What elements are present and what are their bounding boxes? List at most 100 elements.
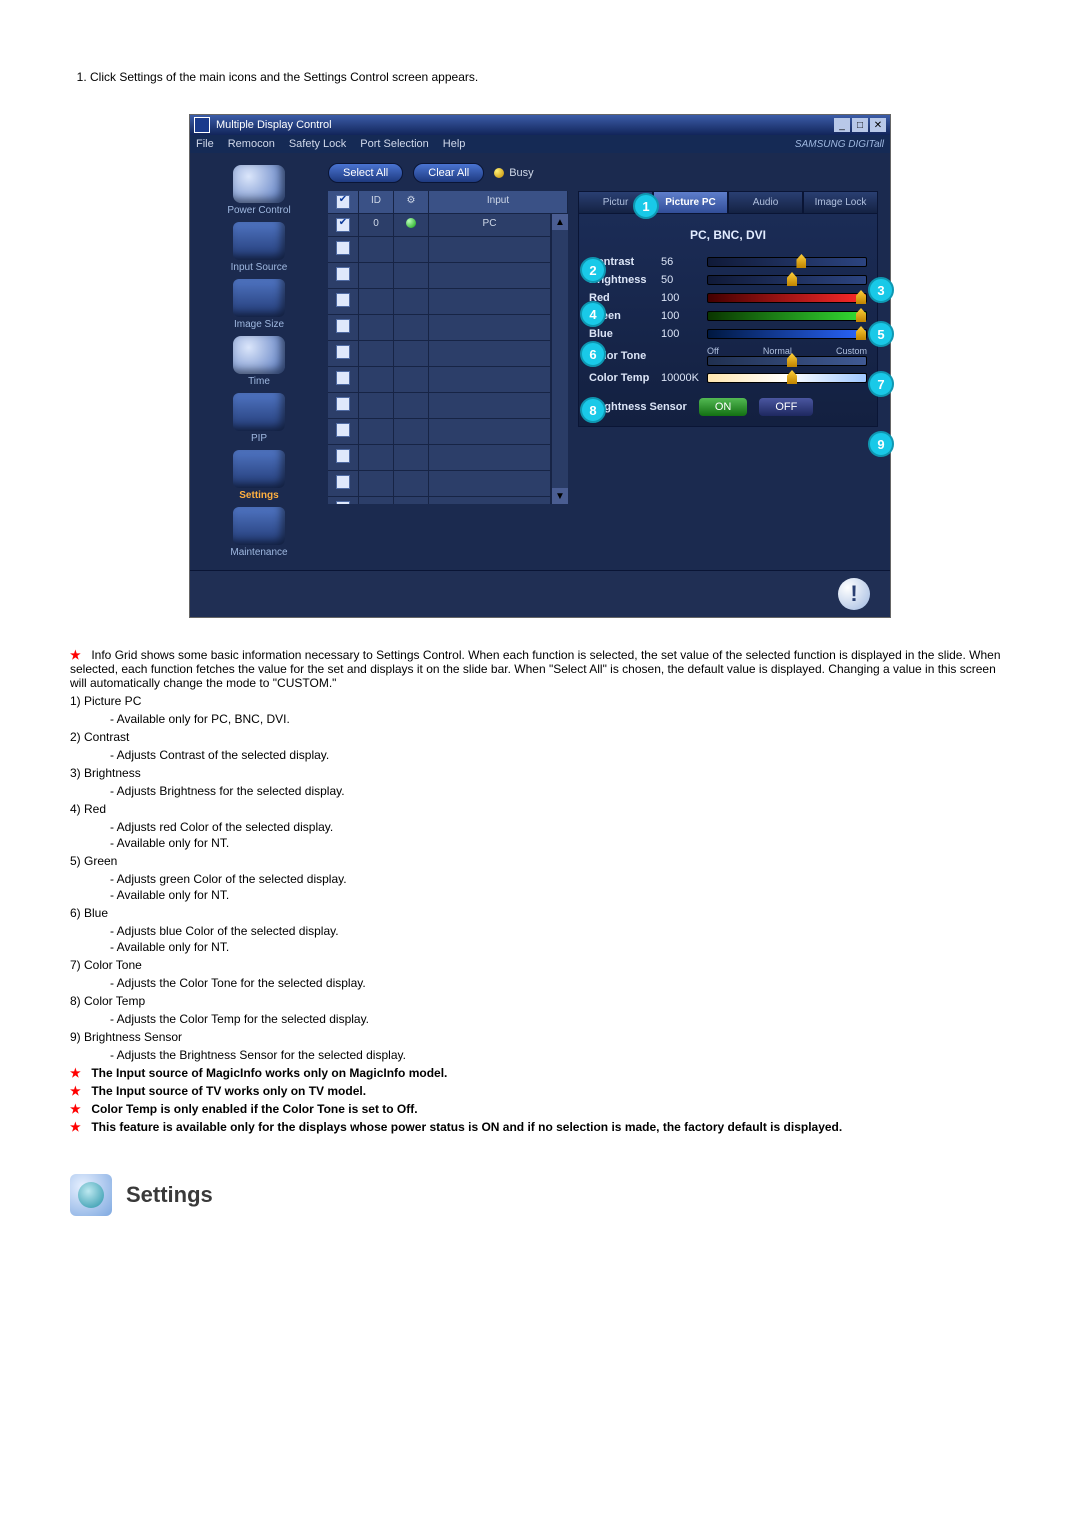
color-tone-slider[interactable] bbox=[707, 356, 867, 366]
row-id: 0 bbox=[359, 214, 394, 236]
sidebar-item-maintenance[interactable]: Maintenance bbox=[200, 507, 318, 558]
callout-7: 7 bbox=[868, 371, 894, 397]
grid-header-input: Input bbox=[429, 191, 568, 213]
main-area: Power Control Input Source Image Size Ti… bbox=[190, 153, 890, 570]
select-all-button[interactable]: Select All bbox=[328, 163, 403, 183]
note-6-heading: 6) Blue bbox=[70, 906, 1010, 920]
sidebar-item-label: Settings bbox=[239, 490, 278, 501]
menu-help[interactable]: Help bbox=[443, 138, 466, 150]
contrast-slider[interactable] bbox=[707, 257, 867, 267]
maintenance-icon bbox=[233, 507, 285, 545]
grid-row-empty bbox=[328, 315, 551, 341]
grid-row-empty bbox=[328, 471, 551, 497]
grid-row-empty bbox=[328, 497, 551, 504]
note-7-sub: - Adjusts the Color Tone for the selecte… bbox=[110, 976, 1010, 990]
sidebar-item-time[interactable]: Time bbox=[200, 336, 318, 387]
menu-safety-lock[interactable]: Safety Lock bbox=[289, 138, 346, 150]
note-5-heading: 5) Green bbox=[70, 854, 1010, 868]
note-9-sub: - Adjusts the Brightness Sensor for the … bbox=[110, 1048, 1010, 1062]
instruction-item: Click Settings of the main icons and the… bbox=[90, 70, 1010, 84]
tone-custom-label: Custom bbox=[836, 346, 867, 356]
sidebar-item-image-size[interactable]: Image Size bbox=[200, 279, 318, 330]
busy-indicator: Busy bbox=[494, 167, 533, 179]
brightness-row: Brightness 50 bbox=[589, 274, 867, 286]
grid-header: ID ⚙ Input bbox=[328, 191, 568, 214]
menu-port-selection[interactable]: Port Selection bbox=[360, 138, 428, 150]
color-temp-value: 10000K bbox=[661, 372, 699, 384]
scroll-up-icon[interactable]: ▲ bbox=[552, 214, 568, 230]
red-value: 100 bbox=[661, 292, 699, 304]
note-5-sub2: - Available only for NT. bbox=[110, 888, 1010, 902]
callout-4: 4 bbox=[580, 301, 606, 327]
window-title: Multiple Display Control bbox=[216, 119, 332, 131]
scroll-down-icon[interactable]: ▼ bbox=[552, 488, 568, 504]
input-source-icon bbox=[233, 222, 285, 260]
menu-bar: File Remocon Safety Lock Port Selection … bbox=[190, 135, 890, 153]
callout-1: 1 bbox=[633, 193, 659, 219]
grid-row-empty bbox=[328, 289, 551, 315]
notes: ★ Info Grid shows some basic information… bbox=[70, 648, 1010, 1134]
brightness-value: 50 bbox=[661, 274, 699, 286]
sidebar-item-label: Input Source bbox=[231, 262, 288, 273]
clear-all-button[interactable]: Clear All bbox=[413, 163, 484, 183]
sidebar: Power Control Input Source Image Size Ti… bbox=[196, 159, 322, 564]
app-icon bbox=[194, 117, 210, 133]
title-bar: Multiple Display Control _ □ ✕ bbox=[190, 115, 890, 135]
star-icon: ★ bbox=[70, 1102, 82, 1116]
close-button[interactable]: ✕ bbox=[870, 118, 886, 132]
sidebar-item-settings[interactable]: Settings bbox=[200, 450, 318, 501]
sidebar-item-power[interactable]: Power Control bbox=[200, 165, 318, 216]
note-6-sub: - Adjusts blue Color of the selected dis… bbox=[110, 924, 1010, 938]
grid-scrollbar[interactable]: ▲ ▼ bbox=[551, 214, 568, 504]
row-input: PC bbox=[429, 214, 551, 236]
note-4-sub: - Adjusts red Color of the selected disp… bbox=[110, 820, 1010, 834]
red-slider[interactable] bbox=[707, 293, 867, 303]
grid-header-check[interactable] bbox=[328, 191, 359, 213]
grid-row-empty bbox=[328, 341, 551, 367]
menu-remocon[interactable]: Remocon bbox=[228, 138, 275, 150]
tab-audio[interactable]: Audio bbox=[728, 191, 803, 213]
star-icon: ★ bbox=[70, 1066, 82, 1080]
star-icon: ★ bbox=[70, 1084, 82, 1098]
note-2-heading: 2) Contrast bbox=[70, 730, 1010, 744]
sidebar-item-pip[interactable]: PIP bbox=[200, 393, 318, 444]
sidebar-item-input[interactable]: Input Source bbox=[200, 222, 318, 273]
grid-header-status: ⚙ bbox=[394, 191, 429, 213]
window-footer: ! bbox=[190, 570, 890, 617]
maximize-button[interactable]: □ bbox=[852, 118, 868, 132]
tab-image-lock[interactable]: Image Lock bbox=[803, 191, 878, 213]
tone-off-label: Off bbox=[707, 346, 719, 356]
contrast-row: Contrast 56 bbox=[589, 256, 867, 268]
section-heading: Settings bbox=[70, 1174, 1010, 1216]
color-temp-slider[interactable] bbox=[707, 373, 867, 383]
row-checkbox[interactable] bbox=[328, 214, 359, 236]
grid-row-empty bbox=[328, 419, 551, 445]
brightness-sensor-on-button[interactable]: ON bbox=[699, 398, 748, 416]
brand-logo: SAMSUNG DIGITall bbox=[795, 139, 884, 150]
info-grid: ID ⚙ Input 0 PC bbox=[328, 191, 568, 504]
panel-header: PC, BNC, DVI bbox=[589, 228, 867, 242]
note-5-sub: - Adjusts green Color of the selected di… bbox=[110, 872, 1010, 886]
minimize-button[interactable]: _ bbox=[834, 118, 850, 132]
grid-row[interactable]: 0 PC bbox=[328, 214, 551, 237]
star-note-2: The Input source of TV works only on TV … bbox=[91, 1084, 366, 1098]
green-slider[interactable] bbox=[707, 311, 867, 321]
pip-icon bbox=[233, 393, 285, 431]
sidebar-item-label: Time bbox=[248, 376, 270, 387]
note-3-heading: 3) Brightness bbox=[70, 766, 1010, 780]
brightness-sensor-off-button[interactable]: OFF bbox=[759, 398, 813, 416]
menu-file[interactable]: File bbox=[196, 138, 214, 150]
note-7-heading: 7) Color Tone bbox=[70, 958, 1010, 972]
brightness-slider[interactable] bbox=[707, 275, 867, 285]
brightness-sensor-row: Brightness Sensor ON OFF bbox=[589, 398, 867, 416]
tab-picture-pc[interactable]: Picture PC bbox=[653, 191, 728, 213]
info-icon[interactable]: ! bbox=[838, 578, 870, 610]
green-row: Green 100 bbox=[589, 310, 867, 322]
callout-3: 3 bbox=[868, 277, 894, 303]
center-column: Select All Clear All Busy ID ⚙ I bbox=[322, 159, 884, 564]
grid-row-empty bbox=[328, 393, 551, 419]
blue-slider[interactable] bbox=[707, 329, 867, 339]
note-4-sub2: - Available only for NT. bbox=[110, 836, 1010, 850]
instruction-list: Click Settings of the main icons and the… bbox=[70, 70, 1010, 84]
note-6-sub2: - Available only for NT. bbox=[110, 940, 1010, 954]
